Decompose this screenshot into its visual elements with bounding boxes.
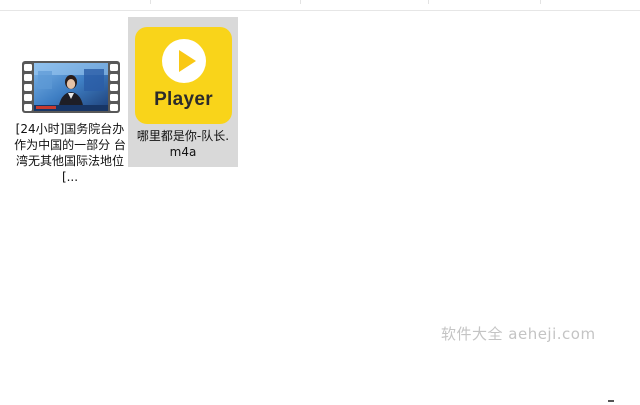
explorer-top-bar (0, 0, 640, 11)
player-app-icon: Player (135, 27, 232, 124)
player-icon-label: Player (154, 89, 213, 110)
site-watermark: 软件大全 aeheji.com (441, 325, 596, 343)
video-file-icon (22, 61, 120, 113)
play-icon (162, 39, 206, 83)
column-divider (540, 0, 541, 4)
file-name-label: [24小时]国务院台办 作为中国的一部分 台湾无其他国际法地位[... (14, 122, 126, 184)
scroll-corner-mark (608, 400, 614, 402)
file-list-area[interactable]: [24小时]国务院台办 作为中国的一部分 台湾无其他国际法地位[... Play… (0, 11, 640, 405)
column-divider (300, 0, 301, 4)
column-divider (428, 0, 429, 4)
file-item-audio-selected[interactable]: Player 哪里都是你-队长.m4a (128, 17, 238, 167)
file-item-video[interactable]: [24小时]国务院台办 作为中国的一部分 台湾无其他国际法地位[... (14, 17, 126, 193)
column-divider (150, 0, 151, 4)
file-name-label: 哪里都是你-队长.m4a (136, 129, 230, 159)
play-triangle-icon (179, 50, 196, 72)
